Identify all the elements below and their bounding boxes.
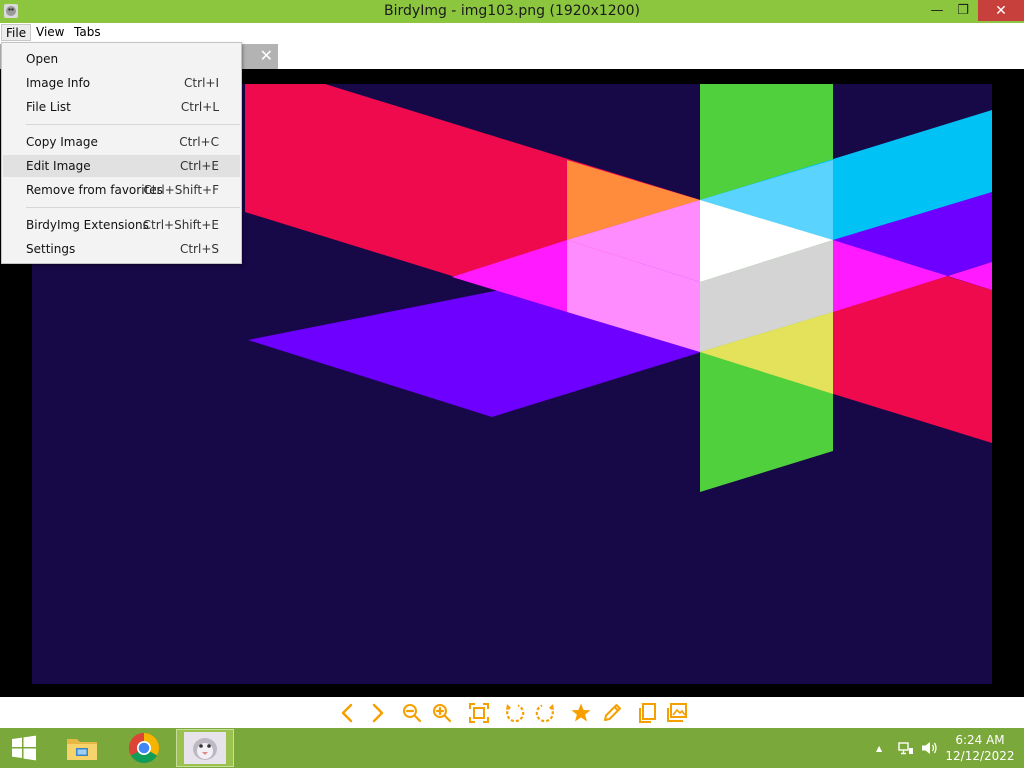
taskbar-clock[interactable]: 6:24 AM 12/12/2022 — [944, 732, 1016, 764]
gallery-icon[interactable] — [666, 702, 688, 724]
menu-separator — [26, 124, 240, 125]
zoom-out-icon[interactable] — [401, 702, 423, 724]
close-button[interactable]: ✕ — [978, 0, 1024, 21]
tray-volume[interactable] — [921, 728, 939, 768]
edit-pencil-icon[interactable] — [601, 702, 623, 724]
volume-icon — [922, 742, 937, 754]
window-title: BirdyImg - img103.png (1920x1200) — [384, 3, 640, 19]
menu-file[interactable]: File — [1, 24, 32, 41]
tray-network[interactable] — [898, 728, 914, 768]
menu-item-open[interactable]: Open — [3, 48, 240, 70]
menu-separator — [26, 207, 240, 208]
rotate-left-icon[interactable] — [504, 702, 526, 724]
tab-close-icon[interactable]: ✕ — [260, 46, 273, 65]
menu-item-image-info[interactable]: Image Info Ctrl+I — [3, 72, 240, 94]
menu-item-file-list[interactable]: File List Ctrl+L — [3, 96, 240, 118]
birdyimg-taskbar-icon — [184, 732, 226, 764]
fit-screen-icon[interactable] — [468, 702, 490, 724]
start-windows-icon — [12, 735, 36, 761]
star-icon[interactable] — [570, 702, 592, 724]
menu-item-settings[interactable]: Settings Ctrl+S — [3, 238, 240, 260]
zoom-in-icon[interactable] — [431, 702, 453, 724]
network-icon — [898, 742, 913, 755]
copy-icon[interactable] — [636, 702, 658, 724]
menu-bar: File View Tabs — [0, 23, 1024, 42]
rotate-right-icon[interactable] — [534, 702, 556, 724]
minimize-button[interactable]: — — [924, 0, 950, 21]
menu-view[interactable]: View — [32, 24, 68, 41]
title-bar: BirdyImg - img103.png (1920x1200) — ❐ ✕ — [0, 0, 1024, 23]
windows-taskbar: ▲ 6:24 AM 12/12/2022 — [0, 728, 1024, 768]
menu-item-remove-favorites[interactable]: Remove from favorites Ctrl+Shift+F — [3, 179, 240, 201]
clock-time: 6:24 AM — [955, 733, 1005, 747]
menu-item-extensions[interactable]: BirdyImg Extensions Ctrl+Shift+E — [3, 214, 240, 236]
chevron-left-icon[interactable] — [337, 702, 359, 724]
menu-item-copy-image[interactable]: Copy Image Ctrl+C — [3, 131, 240, 153]
taskbar-birdyimg[interactable] — [176, 729, 234, 767]
maximize-button[interactable]: ❐ — [950, 0, 976, 21]
viewer-toolbar — [0, 697, 1024, 728]
file-explorer-icon — [67, 739, 97, 760]
taskbar-file-explorer[interactable] — [56, 728, 108, 768]
clock-date: 12/12/2022 — [945, 749, 1015, 763]
start-button[interactable] — [0, 728, 48, 768]
file-menu-dropdown: Open Image Info Ctrl+I File List Ctrl+L … — [1, 42, 242, 264]
chrome-icon — [128, 733, 160, 764]
tray-show-hidden[interactable]: ▲ — [876, 728, 882, 768]
menu-item-edit-image[interactable]: Edit Image Ctrl+E — [3, 155, 240, 177]
chevron-right-icon[interactable] — [366, 702, 388, 724]
menu-tabs[interactable]: Tabs — [70, 24, 105, 41]
taskbar-chrome[interactable] — [118, 728, 170, 768]
